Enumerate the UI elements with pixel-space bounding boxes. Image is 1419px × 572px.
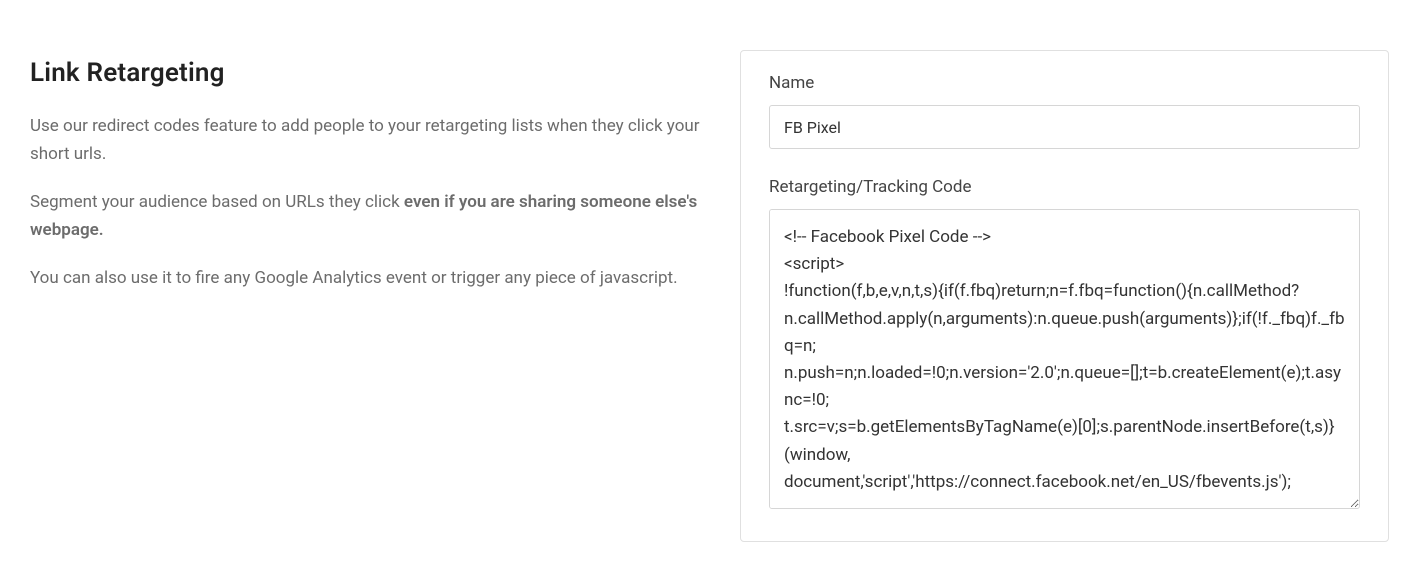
description-block: Use our redirect codes feature to add pe… (30, 112, 700, 292)
left-column: Link Retargeting Use our redirect codes … (30, 50, 700, 542)
name-input[interactable] (769, 105, 1360, 149)
description-para-3: You can also use it to fire any Google A… (30, 264, 700, 292)
description-para-2-text: Segment your audience based on URLs they… (30, 192, 404, 212)
name-label: Name (769, 73, 1360, 93)
description-para-2: Segment your audience based on URLs they… (30, 188, 700, 244)
tracking-code-textarea[interactable] (769, 209, 1360, 509)
page-title: Link Retargeting (30, 58, 700, 88)
form-panel: Name Retargeting/Tracking Code (740, 50, 1389, 542)
code-label: Retargeting/Tracking Code (769, 177, 1360, 197)
description-para-1: Use our redirect codes feature to add pe… (30, 112, 700, 168)
page-container: Link Retargeting Use our redirect codes … (0, 0, 1419, 572)
